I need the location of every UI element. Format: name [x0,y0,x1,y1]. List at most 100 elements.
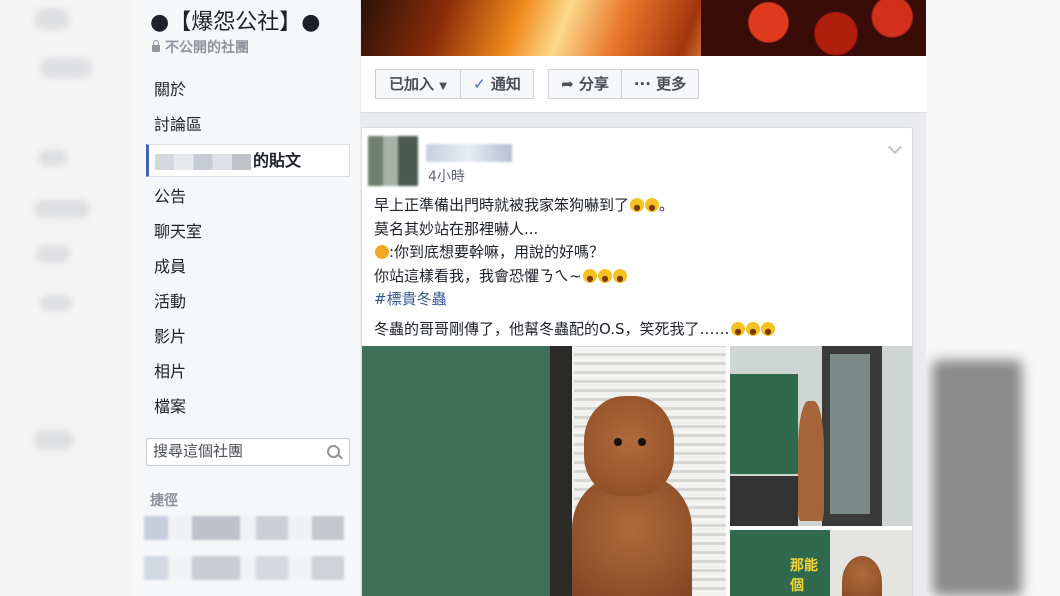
post-line: 莫名其妙站在那裡嚇人... [374,218,775,242]
post-text: 早上正準備出門時就被我家笨狗嚇到了 [374,196,630,214]
woman-face-emoji-icon [375,245,389,259]
nav-item-my-posts[interactable]: 的貼文 [146,144,350,177]
post-text: 莫名其妙站在那裡嚇人... [374,219,539,238]
poodle-dog [798,401,824,521]
post-text: 冬蟲的哥哥剛傳了，他幫冬蟲配的O.S，笑死我了…… [374,319,730,338]
nav-item-photos[interactable]: 相片 [146,354,350,389]
nav-label: 活動 [154,292,187,311]
caret-down-icon: ▼ [439,81,447,92]
more-dots-icon: ··· [633,75,651,93]
post-line: :你到底想要幹嘛，用說的好嗎？ [374,241,775,265]
blurred-background-right [926,0,1060,596]
nav-label: 檔案 [154,397,187,416]
nav-item-about[interactable]: 關於 [146,72,350,107]
more-button[interactable]: ··· 更多 [621,69,699,99]
hashtag-link[interactable]: #標貴冬蟲 [374,290,447,308]
nav-item-announcements[interactable]: 公告 [146,179,350,214]
blur-blob [40,58,92,78]
blur-blob [36,245,70,263]
feed-post: 4小時 早上正準備出門時就被我家笨狗嚇到了 。 莫名其妙站在那裡嚇人... :你到… [361,127,913,596]
door-glass [830,354,870,514]
group-search-input[interactable] [147,439,319,463]
nav-item-discussion[interactable]: 討論區 [146,107,350,142]
blurred-avatar[interactable] [368,136,418,186]
blurred-username [155,153,251,170]
search-icon[interactable] [327,445,340,458]
blur-blob [34,200,90,218]
grin-emoji-icon [645,198,660,212]
group-nav: 關於 討論區 的貼文 公告 聊天室 成員 活動 影片 相片 檔案 [146,72,350,424]
dog-head [584,396,674,496]
check-icon: ✓ [473,75,486,93]
nav-label: 成員 [154,257,187,276]
more-label: 更多 [656,75,687,93]
chevron-down-icon[interactable] [887,139,903,155]
dog-eye [638,438,646,446]
green-board [730,374,798,474]
nav-item-members[interactable]: 成員 [146,249,350,284]
post-text: :你到底想要幹嘛，用說的好嗎？ [389,243,605,261]
facebook-group-page: ●【爆怨公社】● 不公開的社團 關於 討論區 的貼文 公告 聊天室 成員 活動 … [132,0,926,596]
nav-label: 影片 [154,327,187,346]
post-line: 冬蟲的哥哥剛傳了，他幫冬蟲配的O.S，笑死我了…… [374,318,775,342]
group-search [146,438,350,466]
blurred-shortcut[interactable] [144,556,344,580]
nav-label: 的貼文 [253,151,302,170]
blur-blob [932,360,1022,596]
notifications-button[interactable]: ✓ 通知 [460,69,534,99]
group-privacy: 不公開的社團 [152,37,249,57]
post-text: 。 [659,196,675,214]
dog-eye [614,438,622,446]
post-line: #標貴冬蟲 [374,288,775,312]
joined-label: 已加入 [389,75,435,93]
poodle-dog [572,396,692,596]
joined-button[interactable]: 已加入 ▼ [375,69,461,99]
lock-icon [152,40,160,52]
blur-blob [40,295,72,311]
notify-label: 通知 [490,75,521,93]
grin-emoji-icon [597,268,612,283]
nav-label: 討論區 [154,115,203,134]
blurred-background-left [0,0,132,596]
blur-blob [34,430,74,450]
group-action-bar: 已加入 ▼ ✓ 通知 ➦ 分享 ··· 更多 [361,56,926,113]
nav-label: 相片 [154,362,187,381]
share-button[interactable]: ➦ 分享 [548,69,622,99]
blurred-shortcut[interactable] [144,516,344,540]
door-frame [550,346,572,596]
nav-item-events[interactable]: 活動 [146,284,350,319]
poodle-dog [842,556,882,596]
privacy-label: 不公開的社團 [165,40,249,56]
blur-blob [34,8,70,30]
post-line: 你站這樣看我，我會恐懼ㄋㄟ~ [374,265,775,289]
cover-art [701,0,926,56]
grin-emoji-icon [582,268,597,283]
blurred-author-name[interactable] [426,144,512,162]
post-photo-second[interactable] [730,346,912,526]
post-text: 你站這樣看我，我會恐懼ㄋㄟ~ [374,266,582,285]
post-photo-third[interactable]: 那能個 [730,530,912,596]
share-label: 分享 [578,75,609,93]
grin-emoji-icon [630,198,645,212]
nav-item-files[interactable]: 檔案 [146,389,350,424]
grin-emoji-icon [612,268,627,283]
group-title[interactable]: ●【爆怨公社】● [150,4,320,36]
group-sidebar: ●【爆怨公社】● 不公開的社團 關於 討論區 的貼文 公告 聊天室 成員 活動 … [132,0,360,596]
shortcuts-heading: 捷徑 [150,493,178,509]
group-cover-photo [361,0,926,56]
blur-blob [38,150,68,166]
nav-label: 公告 [154,187,187,206]
post-line: 早上正準備出門時就被我家笨狗嚇到了 。 [374,194,775,218]
nav-item-chat[interactable]: 聊天室 [146,214,350,249]
nav-item-videos[interactable]: 影片 [146,319,350,354]
photo-caption: 那能個 [790,558,818,594]
green-board [362,346,550,596]
share-arrow-icon: ➦ [561,75,574,93]
post-timestamp[interactable]: 4小時 [428,166,465,186]
rofl-emoji-icon [730,321,745,336]
nav-label: 關於 [154,80,187,99]
post-body: 早上正準備出門時就被我家笨狗嚇到了 。 莫名其妙站在那裡嚇人... :你到底想要幹… [374,194,775,341]
kitchen-counter [730,476,798,526]
nav-label: 聊天室 [154,222,203,241]
post-photo-main[interactable] [362,346,726,596]
